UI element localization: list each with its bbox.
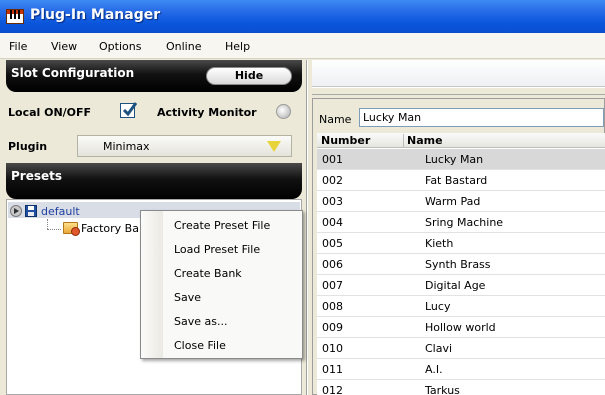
cell-name: Kieth (425, 237, 454, 250)
column-header-number[interactable]: Number (321, 134, 370, 147)
preset-table: Number Name 001 Lucky Man 002 Fat Bastard 00… (317, 133, 605, 395)
table-row[interactable]: 011 A.I. (317, 359, 605, 380)
table-row[interactable]: 001 Lucky Man (317, 149, 605, 170)
column-header-name[interactable]: Name (407, 134, 443, 147)
menu-online[interactable]: Online (166, 40, 201, 53)
check-icon (122, 102, 138, 117)
window-title: Plug-In Manager (30, 7, 161, 23)
table-row[interactable]: 005 Kieth (317, 233, 605, 254)
cell-number: 002 (322, 174, 343, 187)
plugin-label: Plugin (8, 140, 48, 153)
name-label: Name (319, 113, 352, 126)
cell-name: Lucky Man (425, 153, 484, 166)
menu-file[interactable]: File (9, 40, 27, 53)
local-onoff-checkbox[interactable] (120, 102, 138, 118)
folder-bank-icon (63, 222, 80, 236)
table-row[interactable]: 008 Lucy (317, 296, 605, 317)
expand-arrow-icon[interactable] (10, 205, 22, 217)
cell-name: Fat Bastard (425, 174, 488, 187)
cell-name: A.I. (425, 363, 443, 376)
cell-number: 001 (322, 153, 343, 166)
right-divider (312, 87, 605, 95)
plugin-select-value: Minimax (103, 140, 150, 153)
menu-item-save[interactable]: Save (174, 288, 299, 308)
cell-number: 009 (322, 321, 343, 334)
menu-item-create-bank[interactable]: Create Bank (174, 264, 299, 284)
context-menu: Create Preset File Load Preset File Crea… (140, 210, 303, 359)
cell-number: 006 (322, 258, 343, 271)
table-row[interactable]: 004 Sring Machine (317, 212, 605, 233)
table-row[interactable]: 007 Digital Age (317, 275, 605, 296)
menu-item-close-file[interactable]: Close File (174, 336, 299, 356)
menu-options[interactable]: Options (99, 40, 141, 53)
right-toolbar (312, 60, 605, 87)
table-row[interactable]: 009 Hollow world (317, 317, 605, 338)
cell-name: Sring Machine (425, 216, 504, 229)
presets-header: Presets (6, 163, 302, 199)
column-divider[interactable] (403, 134, 404, 147)
hide-button[interactable]: Hide (206, 67, 292, 85)
table-header: Number Name (317, 133, 605, 148)
cell-name: Digital Age (425, 279, 486, 292)
right-panel: Name Lucky Man Number Name 001 Lucky Man 0… (312, 60, 605, 395)
cell-name: Hollow world (425, 321, 496, 334)
menu-bar: File View Options Online Help (0, 33, 605, 59)
menu-view[interactable]: View (51, 40, 77, 53)
cell-number: 008 (322, 300, 343, 313)
cell-name: Warm Pad (425, 195, 481, 208)
cell-name: Clavi (425, 342, 453, 355)
context-menu-gutter (141, 211, 163, 358)
cell-name: Synth Brass (425, 258, 491, 271)
cell-name: Tarkus (425, 384, 460, 395)
plugin-select[interactable]: Minimax (77, 135, 292, 157)
tree-item-default-label: default (41, 205, 80, 218)
title-bar[interactable]: Plug-In Manager (0, 0, 605, 33)
cell-number: 007 (322, 279, 343, 292)
tree-connector (47, 229, 61, 230)
cell-number: 012 (322, 384, 343, 395)
slot-configuration-header: Slot Configuration Hide (6, 60, 302, 92)
local-onoff-label: Local ON/OFF (8, 106, 92, 119)
table-row[interactable]: 002 Fat Bastard (317, 170, 605, 191)
activity-monitor-indicator (276, 104, 291, 119)
activity-monitor-label: Activity Monitor (157, 106, 257, 119)
splitter-line (306, 60, 308, 395)
menu-item-create-preset-file[interactable]: Create Preset File (174, 216, 299, 236)
table-row[interactable]: 012 Tarkus (317, 380, 605, 395)
menu-item-save-as[interactable]: Save as... (174, 312, 299, 332)
floppy-disk-icon (25, 205, 37, 217)
menu-help[interactable]: Help (225, 40, 250, 53)
cell-number: 010 (322, 342, 343, 355)
presets-title: Presets (11, 169, 63, 183)
menu-item-load-preset-file[interactable]: Load Preset File (174, 240, 299, 260)
tree-connector (47, 219, 48, 229)
cell-name: Lucy (425, 300, 451, 313)
table-row[interactable]: 003 Warm Pad (317, 191, 605, 212)
keyboard-icon (6, 9, 24, 24)
table-row[interactable]: 006 Synth Brass (317, 254, 605, 275)
slot-configuration-title: Slot Configuration (11, 66, 135, 80)
dropdown-arrow-icon (267, 141, 281, 152)
panel-splitter[interactable] (302, 60, 312, 395)
cell-number: 005 (322, 237, 343, 250)
name-input[interactable]: Lucky Man (359, 108, 604, 127)
cell-number: 011 (322, 363, 343, 376)
table-row[interactable]: 010 Clavi (317, 338, 605, 359)
cell-number: 003 (322, 195, 343, 208)
cell-number: 004 (322, 216, 343, 229)
